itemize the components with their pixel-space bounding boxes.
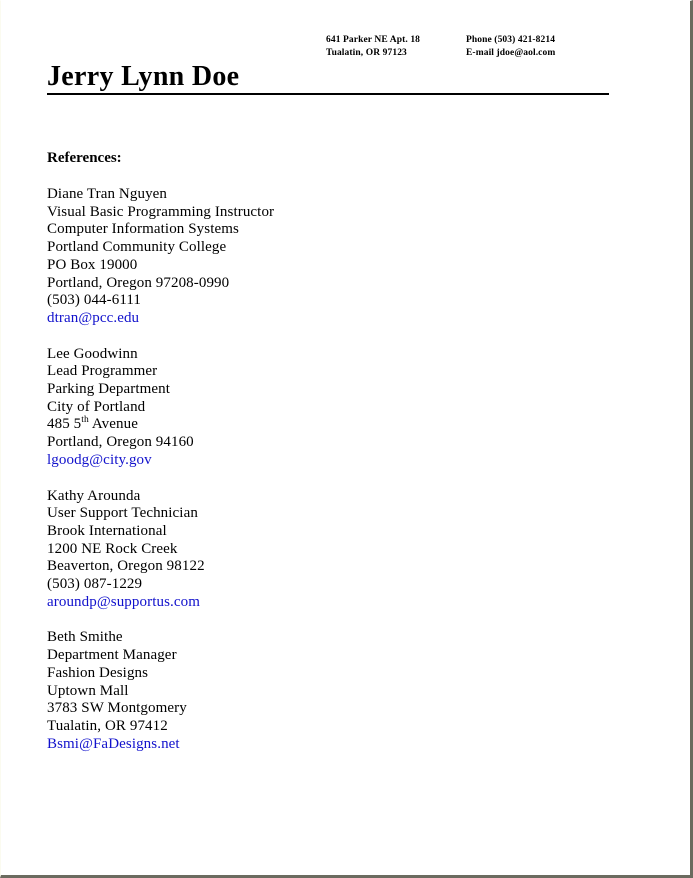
reference-phone: (503) 044-6111 xyxy=(47,292,142,309)
reference-address-line1: 3783 SW Montgomery xyxy=(47,700,187,717)
reference-title: Visual Basic Programming Instructor xyxy=(47,203,275,220)
reference-entry: Lee Goodwinn Lead Programmer Parking Dep… xyxy=(47,346,607,470)
reference-address-line1: 1200 NE Rock Creek xyxy=(47,540,178,557)
reference-address-line2: Tualatin, OR 97412 xyxy=(47,717,168,734)
reference-phone: (503) 087-1229 xyxy=(47,576,143,593)
reference-organization: City of Portland xyxy=(47,398,146,415)
reference-title: Department Manager xyxy=(47,647,177,664)
header-address-column: 641 Parker NE Apt. 18 Tualatin, OR 97123 xyxy=(326,34,466,60)
reference-address-line2: Beaverton, Oregon 98122 xyxy=(47,558,205,575)
reference-address-line2: Portland, Oregon 94160 xyxy=(47,434,194,451)
document-page: 641 Parker NE Apt. 18 Tualatin, OR 97123… xyxy=(0,0,693,878)
reference-name: Lee Goodwinn xyxy=(47,345,138,362)
street-type: Avenue xyxy=(88,416,139,433)
reference-entry: Diane Tran Nguyen Visual Basic Programmi… xyxy=(47,186,607,328)
reference-organization: Uptown Mall xyxy=(47,682,129,699)
reference-address-line1: PO Box 19000 xyxy=(47,256,138,273)
header-contact-column: Phone (503) 421-8214 E-mail jdoe@aol.com xyxy=(466,34,656,60)
title-divider xyxy=(47,93,609,95)
header-contact-block: 641 Parker NE Apt. 18 Tualatin, OR 97123… xyxy=(326,34,656,60)
header-address-city-state-zip: Tualatin, OR 97123 xyxy=(326,48,407,58)
page-content: 641 Parker NE Apt. 18 Tualatin, OR 97123… xyxy=(1,1,689,873)
reference-entry: Beth Smithe Department Manager Fashion D… xyxy=(47,629,607,753)
reference-department: Fashion Designs xyxy=(47,664,149,681)
reference-department: Parking Department xyxy=(47,381,171,398)
reference-name: Kathy Arounda xyxy=(47,487,141,504)
reference-address-line1: 485 5th Avenue xyxy=(47,416,607,434)
references-list: Diane Tran Nguyen Visual Basic Programmi… xyxy=(47,186,607,771)
reference-organization: Portland Community College xyxy=(47,239,227,256)
reference-name: Diane Tran Nguyen xyxy=(47,186,168,202)
reference-email-link[interactable]: Bsmi@FaDesigns.net xyxy=(47,736,180,754)
references-heading: References: xyxy=(47,150,122,166)
reference-title: Lead Programmer xyxy=(47,363,158,380)
reference-email-link[interactable]: aroundp@supportus.com xyxy=(47,594,200,612)
reference-name: Beth Smithe xyxy=(47,629,123,646)
header-address-street: 641 Parker NE Apt. 18 xyxy=(326,35,421,45)
reference-email-link[interactable]: dtran@pcc.edu xyxy=(47,310,139,328)
reference-department: Computer Information Systems xyxy=(47,221,239,238)
reference-email-link[interactable]: lgoodg@city.gov xyxy=(47,452,152,470)
reference-address-line2: Portland, Oregon 97208-0990 xyxy=(47,274,230,291)
reference-entry: Kathy Arounda User Support Technician Br… xyxy=(47,488,607,612)
reference-organization: Brook International xyxy=(47,522,167,539)
street-number: 485 5 xyxy=(47,416,82,433)
ordinal-suffix: th xyxy=(81,415,89,426)
reference-title: User Support Technician xyxy=(47,505,198,522)
header-email: E-mail jdoe@aol.com xyxy=(466,48,556,58)
header-phone: Phone (503) 421-8214 xyxy=(466,35,556,45)
page-title: Jerry Lynn Doe xyxy=(47,61,240,92)
